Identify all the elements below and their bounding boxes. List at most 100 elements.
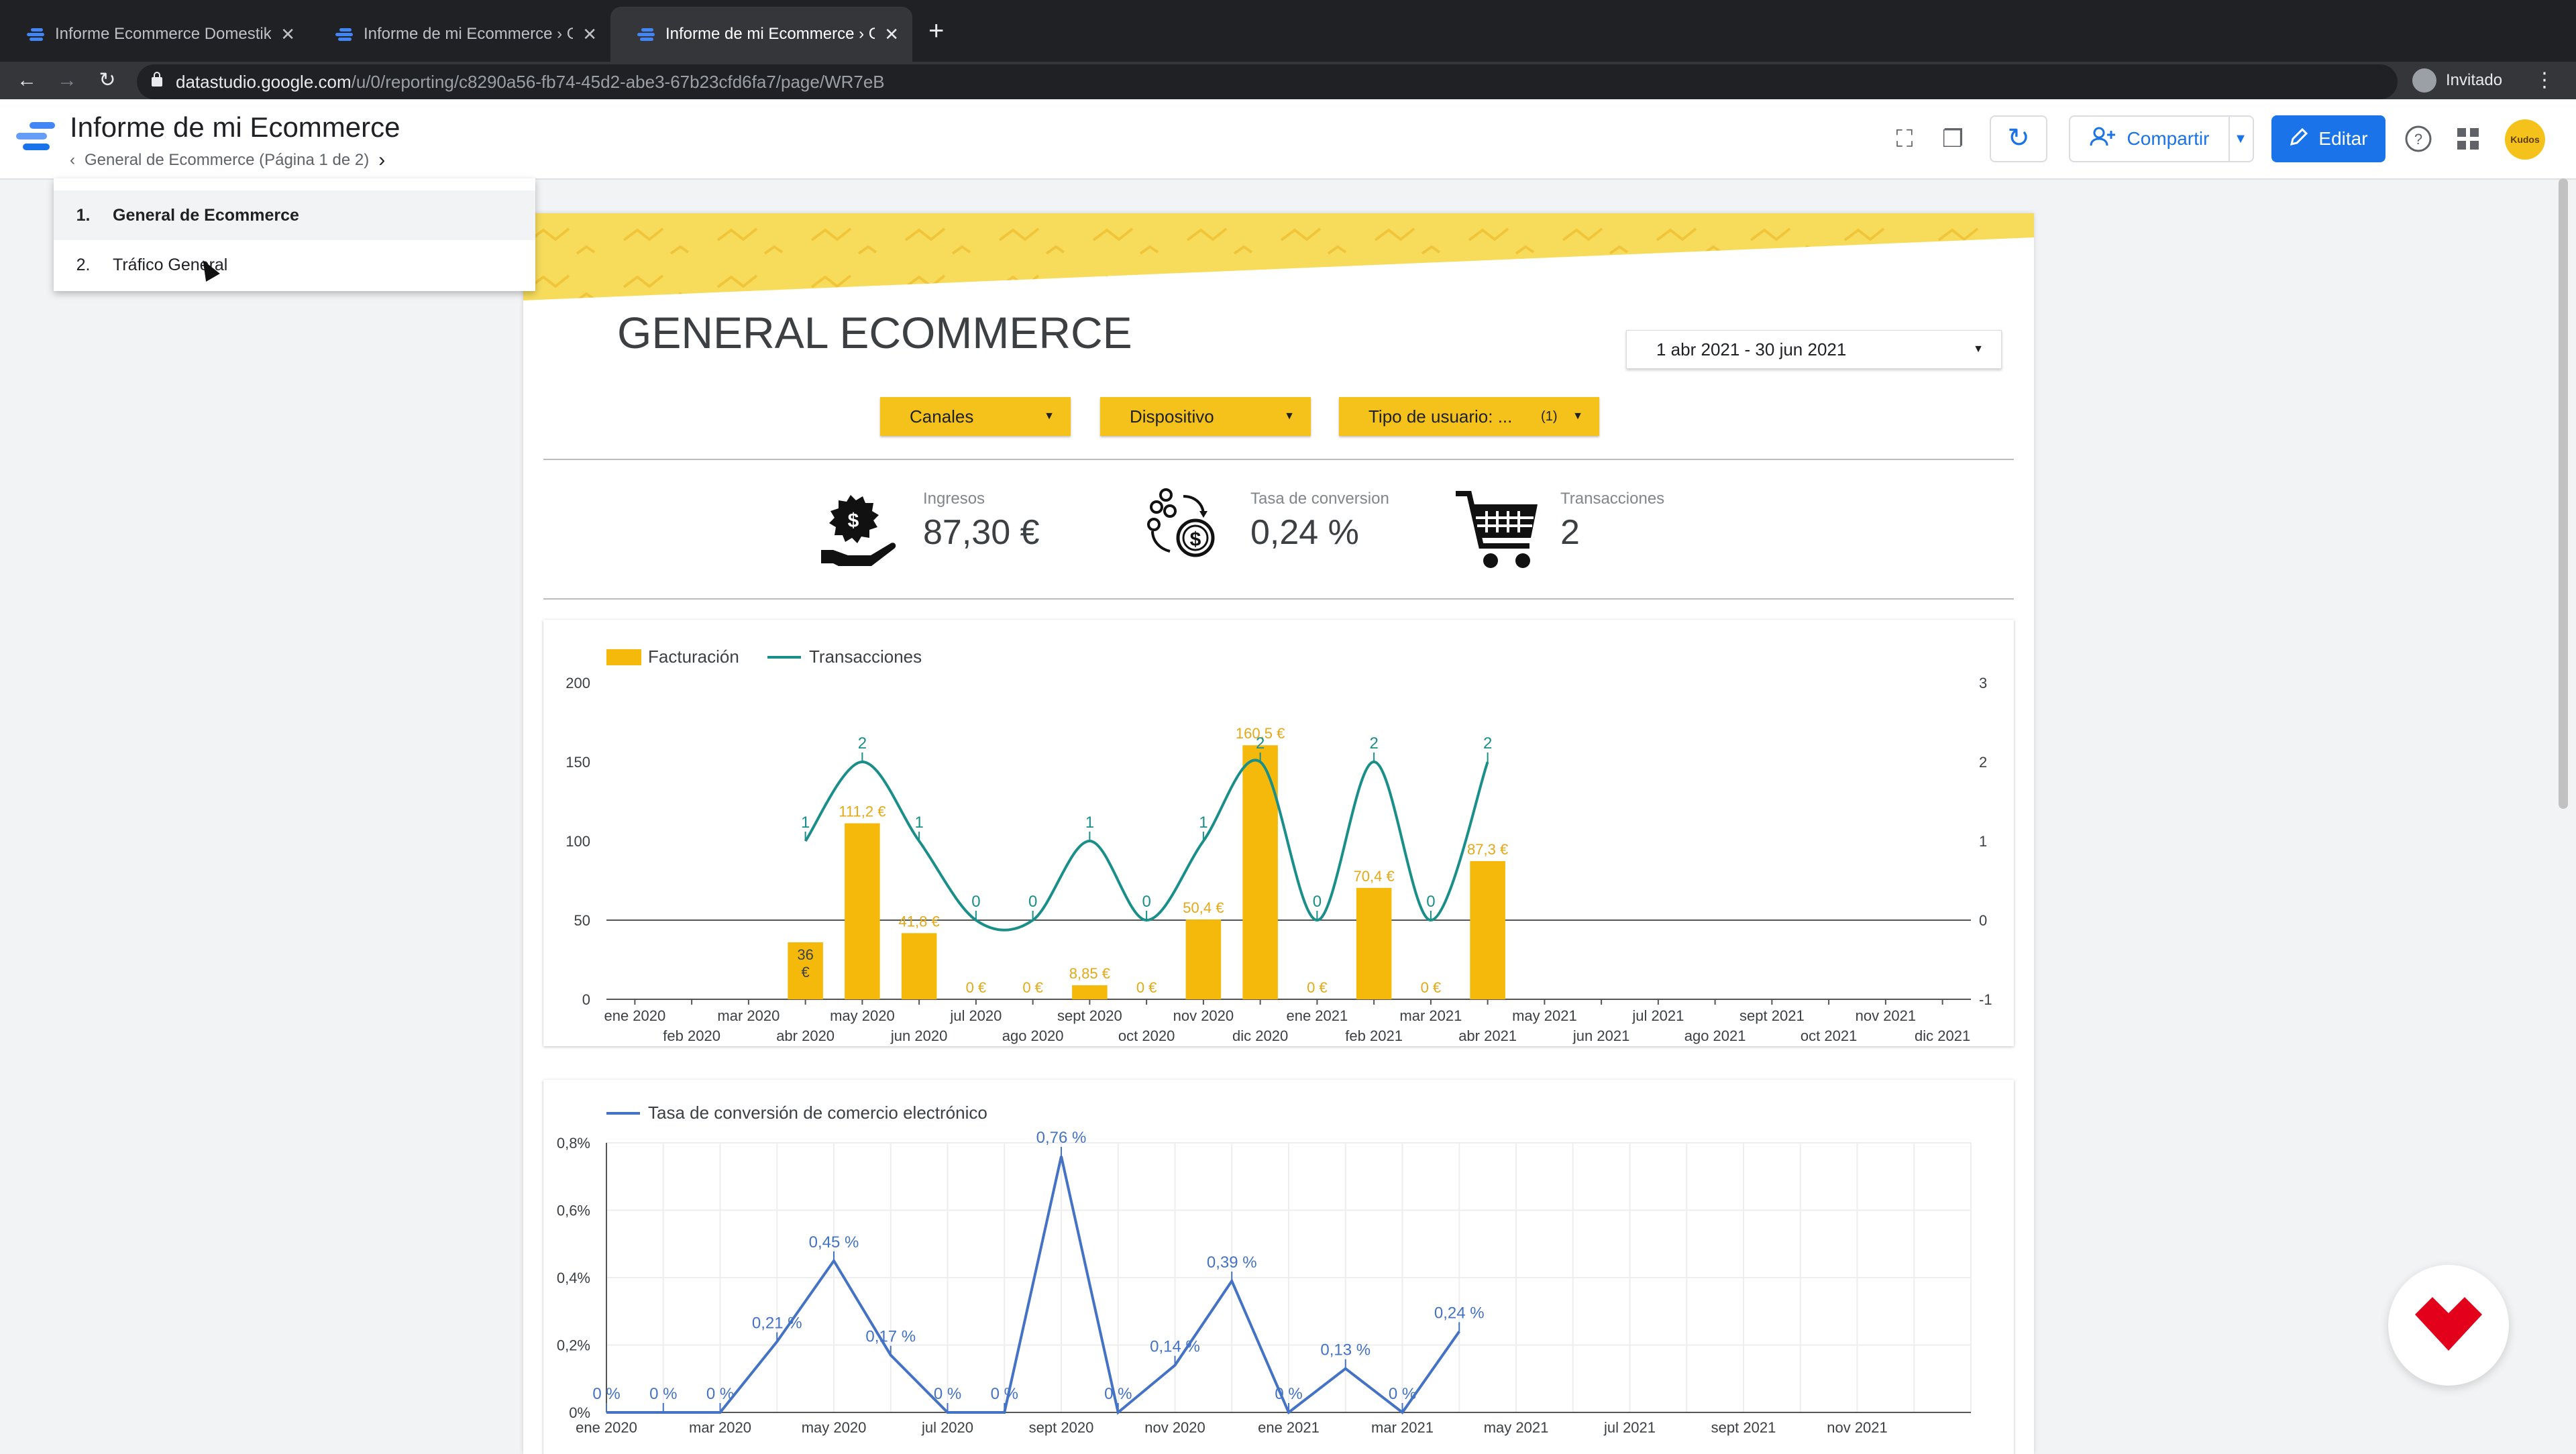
add-person-icon [2090,127,2116,152]
profile-button[interactable]: Invitado [2412,63,2502,98]
kpi-ingresos-value: 87,30 € [923,513,1040,552]
x-tick-label: jul 2020 [921,1419,973,1436]
user-avatar[interactable]: Kudos [2505,119,2545,160]
point-data-label: 0,14 % [1150,1338,1200,1356]
filter-dispositivo[interactable]: Dispositivo ▼ [1100,397,1311,436]
x-tick-label: nov 2020 [1144,1419,1205,1436]
bar-data-label: 0 € [1421,979,1442,996]
bar-data-label: 0 € [1022,979,1043,996]
kpi-conversion-label: Tasa de conversion [1250,490,1389,508]
edit-button[interactable]: Editar [2271,115,2385,162]
refresh-data-button[interactable]: ↻ [1990,115,2047,162]
page-menu-item-trafico[interactable]: 2. Tráfico General [54,240,535,290]
y-tick-left: 200 [566,675,590,691]
svg-text:?: ? [2414,131,2422,148]
copy-report-icon[interactable]: ❐ [1936,122,1970,156]
y-tick-right: 1 [1979,833,1987,850]
x-tick-label: ago 2021 [1684,1027,1746,1044]
y-tick-left: 150 [566,754,590,771]
x-tick-label: ene 2021 [1286,1007,1348,1024]
combo-chart-svg: Facturación Transacciones2001501005003210… [566,647,1992,1044]
page-menu-label: General de Ecommerce [113,205,299,225]
kpi-transacciones-label: Transacciones [1560,490,1665,508]
kpi-transacciones-value: 2 [1560,513,1580,552]
conversion-rate-chart: Tasa de conversión de comercio electróni… [543,1080,2014,1454]
x-tick-label: nov 2020 [1173,1007,1234,1024]
point-data-label: 0 [1142,893,1150,911]
new-tab-icon[interactable]: + [928,16,944,46]
date-range-control[interactable]: 1 abr 2021 - 30 jun 2021 ▼ [1626,330,2002,369]
page-navigator[interactable]: ‹ General de Ecommerce (Página 1 de 2) › [70,149,385,172]
point-data-label: 0,39 % [1207,1253,1257,1272]
point-data-label: 0 % [991,1385,1018,1403]
legend-label-conversion: Tasa de conversión de comercio electróni… [648,1103,987,1123]
x-tick-label: jul 2021 [1631,1007,1684,1024]
bar-data-label: 70,4 € [1354,868,1395,885]
page-crumb-label[interactable]: General de Ecommerce (Página 1 de 2) [85,151,369,170]
point-data-label: 1 [914,814,923,832]
vertical-scrollbar[interactable] [2559,178,2568,809]
filter-tipo-usuario[interactable]: Tipo de usuario: ... (1) ▼ [1339,397,1599,436]
x-tick-label: jun 2020 [890,1027,947,1044]
date-range-value: 1 abr 2021 - 30 jun 2021 [1656,339,1847,359]
edit-label: Editar [2318,128,2368,149]
datastudio-logo-icon[interactable] [16,118,56,156]
y-tick-right: -1 [1979,991,1992,1008]
url-text: datastudio.google.com/u/0/reporting/c829… [176,72,885,93]
back-icon[interactable]: ← [11,64,43,97]
share-dropdown-icon[interactable]: ▼ [2229,115,2254,162]
report-title[interactable]: Informe de mi Ecommerce [70,111,400,144]
browser-tab-1[interactable]: Informe Ecommerce Domestika ✕ [0,7,309,62]
bar-facturacion [1185,919,1222,999]
share-button[interactable]: Compartir [2069,115,2230,162]
y-tick-right: 0 [1979,912,1987,929]
bar-facturacion [1072,985,1108,999]
address-bar[interactable]: datastudio.google.com/u/0/reporting/c829… [137,64,2398,99]
bar-data-label: 0 € [1136,979,1157,996]
chevron-right-icon[interactable]: › [378,149,385,172]
x-tick-label: nov 2021 [1856,1007,1917,1024]
browser-tab-2[interactable]: Informe de mi Ecommerce › Ge ✕ [309,7,610,62]
help-icon[interactable]: ? [2402,122,2435,156]
filter-canales[interactable]: Canales ▼ [880,397,1071,436]
apps-grid-icon[interactable] [2451,122,2485,156]
bar-facturacion [1356,887,1392,999]
forward-icon[interactable]: → [51,64,83,97]
chevron-left-icon[interactable]: ‹ [70,151,75,170]
x-tick-label: may 2021 [1512,1007,1577,1024]
point-data-label: 0 % [706,1385,734,1403]
x-tick-label: mar 2020 [717,1007,780,1024]
y-tick-left: 50 [574,912,590,929]
dropdown-caret-icon: ▼ [1044,410,1055,422]
x-tick-label: dic 2020 [1232,1027,1288,1044]
browser-tab-3-active[interactable]: Informe de mi Ecommerce › Ge ✕ [610,7,912,62]
point-data-label: 0 % [649,1385,677,1403]
dropdown-caret-icon: ▼ [1973,343,1984,355]
page-menu-num: 1. [76,205,91,225]
tab-title: Informe de mi Ecommerce › Ge [665,25,875,43]
line-chart-svg: Tasa de conversión de comercio electróni… [557,1103,1972,1436]
tab-title: Informe Ecommerce Domestika [55,25,272,43]
x-tick-label: jun 2021 [1572,1027,1629,1044]
conversion-icon: $ [1147,488,1215,557]
page-menu-item-general[interactable]: 1. General de Ecommerce [54,190,535,240]
fullscreen-icon[interactable]: ⛶ [1888,122,1921,156]
x-tick-label: ene 2020 [604,1007,665,1024]
divider [543,598,2014,600]
x-tick-label: feb 2021 [1345,1027,1403,1044]
datastudio-favicon-icon [637,27,655,42]
point-data-label: 2 [858,734,867,752]
kpi-ingresos-label: Ingresos [923,490,985,508]
y-tick-right: 3 [1979,675,1987,691]
close-tab-icon[interactable]: ✕ [582,24,597,45]
point-data-label: 2 [1369,734,1378,752]
y-tick-left: 100 [566,833,590,850]
reload-page-icon[interactable]: ↻ [91,64,123,97]
domestika-logo-badge [2388,1265,2509,1386]
browser-menu-icon[interactable]: ⋮ [2534,64,2555,97]
page-menu: 1. General de Ecommerce 2. Tráfico Gener… [54,178,535,291]
bar-data-label: 8,85 € [1069,965,1110,982]
point-data-label: 0 [1426,893,1435,911]
close-tab-icon[interactable]: ✕ [280,24,295,45]
close-tab-icon[interactable]: ✕ [884,24,899,45]
